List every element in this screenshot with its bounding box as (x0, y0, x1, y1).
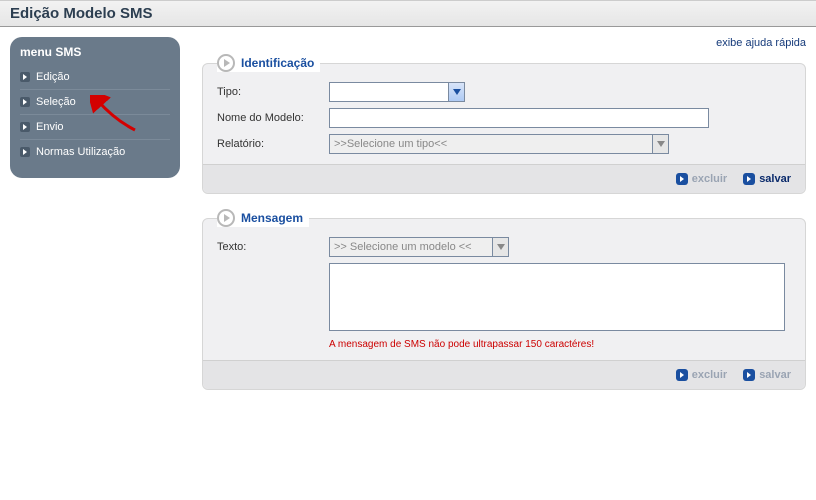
sidebar-item-label: Normas Utilização (36, 146, 125, 158)
legend-text: Identificação (241, 56, 314, 70)
tipo-label: Tipo: (217, 86, 329, 98)
excluir-button[interactable]: excluir (676, 369, 727, 381)
excluir-label: excluir (692, 173, 727, 185)
chevron-right-icon (676, 173, 688, 185)
sidebar-item-label: Seleção (36, 96, 76, 108)
panel-mensagem: Mensagem Texto: >> Selecione um modelo <… (202, 218, 806, 390)
panel-actions: excluir salvar (203, 164, 805, 193)
salvar-label: salvar (759, 369, 791, 381)
legend-text: Mensagem (241, 211, 303, 225)
play-circle-icon (217, 54, 235, 72)
salvar-button[interactable]: salvar (743, 369, 791, 381)
sidebar-item-selecao[interactable]: Seleção (20, 90, 170, 115)
panel-actions: excluir salvar (203, 360, 805, 389)
panel-legend: Identificação (217, 54, 320, 72)
title-bar: Edição Modelo SMS (0, 0, 816, 27)
play-circle-icon (217, 209, 235, 227)
salvar-label: salvar (759, 173, 791, 185)
modelo-placeholder: >> Selecione um modelo << (334, 241, 472, 253)
texto-label: Texto: (217, 241, 329, 253)
modelo-select: >> Selecione um modelo << (329, 237, 509, 257)
chevron-right-icon (743, 369, 755, 381)
relatorio-placeholder: >>Selecione um tipo<< (334, 138, 447, 150)
relatorio-select: >>Selecione um tipo<< (329, 134, 669, 154)
chevron-right-icon (676, 369, 688, 381)
hint-text: A mensagem de SMS não pode ultrapassar 1… (329, 337, 791, 350)
excluir-label: excluir (692, 369, 727, 381)
nome-label: Nome do Modelo: (217, 112, 329, 124)
sidebar-item-normas[interactable]: Normas Utilização (20, 140, 170, 164)
chevron-right-icon (20, 97, 30, 107)
sidebar: menu SMS Edição Seleção Envio Normas Uti… (10, 37, 180, 178)
sidebar-title: menu SMS (20, 45, 170, 59)
salvar-button[interactable]: salvar (743, 173, 791, 185)
nome-modelo-input[interactable] (329, 108, 709, 128)
sidebar-item-label: Edição (36, 71, 70, 83)
chevron-right-icon (20, 72, 30, 82)
page-title: Edição Modelo SMS (10, 5, 806, 22)
sidebar-item-label: Envio (36, 121, 64, 133)
chevron-right-icon (20, 147, 30, 157)
chevron-right-icon (743, 173, 755, 185)
chevron-right-icon (20, 122, 30, 132)
tipo-select[interactable] (329, 82, 465, 102)
excluir-button[interactable]: excluir (676, 173, 727, 185)
relatorio-label: Relatório: (217, 138, 329, 150)
texto-textarea[interactable] (329, 263, 785, 331)
main-content: exibe ajuda rápida Identificação Tipo: (180, 37, 806, 414)
sidebar-item-envio[interactable]: Envio (20, 115, 170, 140)
panel-identificacao: Identificação Tipo: Nome do Modelo: (202, 63, 806, 194)
panel-legend: Mensagem (217, 209, 309, 227)
sidebar-item-edicao[interactable]: Edição (20, 65, 170, 90)
